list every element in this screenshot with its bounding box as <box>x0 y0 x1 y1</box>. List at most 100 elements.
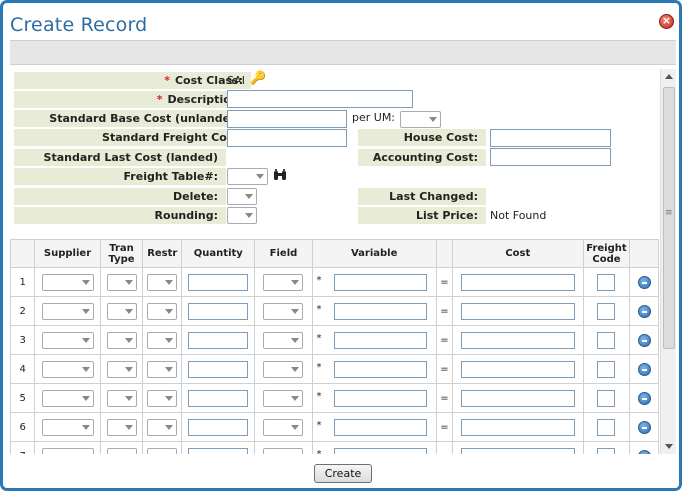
supplier-select[interactable] <box>41 273 94 291</box>
freight-code-cell <box>582 354 631 384</box>
quantity-input[interactable] <box>188 331 249 349</box>
supplier-select[interactable] <box>41 302 94 320</box>
freight-code-input[interactable] <box>597 447 616 454</box>
table-row: 7 * = <box>10 441 659 454</box>
remove-row-icon[interactable] <box>637 362 651 376</box>
equals-symbol: = <box>435 412 454 442</box>
remove-cell <box>629 354 659 384</box>
cost-input[interactable] <box>460 302 575 320</box>
variable-input[interactable] <box>333 331 427 349</box>
field-select[interactable] <box>263 360 304 378</box>
col-header-quantity: Quantity <box>181 239 256 268</box>
description-input[interactable] <box>227 90 413 108</box>
tran-type-select[interactable] <box>106 389 137 407</box>
freight-code-input[interactable] <box>597 418 616 436</box>
cost-input[interactable] <box>460 360 575 378</box>
close-icon[interactable]: × <box>659 14 674 29</box>
standard-base-cost-input[interactable] <box>227 110 347 128</box>
per-um-select[interactable] <box>400 111 441 128</box>
remove-row-icon[interactable] <box>637 420 651 434</box>
remove-row-icon[interactable] <box>637 275 651 289</box>
restr-select[interactable] <box>147 447 178 454</box>
restr-select[interactable] <box>147 273 178 291</box>
variable-input[interactable] <box>333 418 427 436</box>
rounding-select[interactable] <box>227 207 257 224</box>
cost-input[interactable] <box>460 331 575 349</box>
delete-select[interactable] <box>227 188 257 205</box>
restr-select[interactable] <box>147 302 178 320</box>
field-select[interactable] <box>263 302 304 320</box>
cost-input[interactable] <box>460 389 575 407</box>
rounding-label: Rounding: <box>14 207 226 224</box>
freight-code-input[interactable] <box>597 389 616 407</box>
field-select[interactable] <box>263 447 304 454</box>
freight-code-input[interactable] <box>597 331 616 349</box>
key-icon[interactable]: 🔑 <box>250 71 266 86</box>
variable-input[interactable] <box>333 273 427 291</box>
tran-type-select[interactable] <box>106 447 137 454</box>
scrollbar-thumb[interactable]: ≡ <box>663 87 675 349</box>
tran-type-select[interactable] <box>106 418 137 436</box>
cost-input[interactable] <box>460 273 575 291</box>
variable-input[interactable] <box>333 360 427 378</box>
tran-type-cell <box>99 441 144 454</box>
scroll-down-icon[interactable] <box>665 444 673 449</box>
supplier-select[interactable] <box>41 360 94 378</box>
quantity-input[interactable] <box>188 273 249 291</box>
form-scroll-area[interactable]: * Cost Class: SAI 🔑 * Description: Standar… <box>10 69 660 454</box>
vertical-scrollbar[interactable]: ≡ <box>660 69 676 454</box>
restr-select[interactable] <box>147 389 178 407</box>
row-number: 5 <box>10 383 36 413</box>
freight-table-select[interactable] <box>227 168 268 185</box>
cost-input[interactable] <box>460 447 575 454</box>
remove-row-icon[interactable] <box>637 333 651 347</box>
freight-code-input[interactable] <box>597 302 616 320</box>
remove-row-icon[interactable] <box>637 391 651 405</box>
field-select[interactable] <box>263 273 304 291</box>
tran-type-select[interactable] <box>106 273 137 291</box>
field-select[interactable] <box>263 418 304 436</box>
restr-select[interactable] <box>147 360 178 378</box>
table-header-row: Supplier Tran Type Restr Quantity Field … <box>10 239 659 268</box>
variable-input[interactable] <box>333 389 427 407</box>
supplier-cell <box>34 354 101 384</box>
accounting-cost-input[interactable] <box>490 148 611 166</box>
restr-select[interactable] <box>147 331 178 349</box>
tran-type-select[interactable] <box>106 331 137 349</box>
field-select[interactable] <box>263 389 304 407</box>
house-cost-input[interactable] <box>490 129 611 147</box>
restr-select[interactable] <box>147 418 178 436</box>
restr-cell <box>142 325 183 355</box>
cost-input[interactable] <box>460 418 575 436</box>
supplier-select[interactable] <box>41 447 94 454</box>
field-select[interactable] <box>263 331 304 349</box>
cost-cell <box>452 441 584 454</box>
remove-row-icon[interactable] <box>637 449 651 454</box>
cost-cell <box>452 296 584 326</box>
remove-row-icon[interactable] <box>637 304 651 318</box>
standard-freight-cost-input[interactable] <box>227 129 347 147</box>
dialog-title: Create Record <box>10 14 148 36</box>
freight-code-input[interactable] <box>597 360 616 378</box>
binoculars-icon[interactable] <box>273 169 287 185</box>
scroll-up-icon[interactable] <box>665 74 673 79</box>
quantity-cell <box>181 267 256 297</box>
quantity-input[interactable] <box>188 418 249 436</box>
variable-input[interactable] <box>333 447 427 454</box>
quantity-input[interactable] <box>188 302 249 320</box>
quantity-input[interactable] <box>188 447 249 454</box>
cost-class-value: SAI <box>227 74 245 87</box>
supplier-select[interactable] <box>41 418 94 436</box>
create-button[interactable]: Create <box>314 464 372 483</box>
quantity-input[interactable] <box>188 360 249 378</box>
tran-type-cell <box>99 383 144 413</box>
tran-type-select[interactable] <box>106 302 137 320</box>
supplier-select[interactable] <box>41 389 94 407</box>
quantity-input[interactable] <box>188 389 249 407</box>
tran-type-select[interactable] <box>106 360 137 378</box>
freight-code-cell <box>582 325 631 355</box>
freight-code-input[interactable] <box>597 273 616 291</box>
supplier-cell <box>34 412 101 442</box>
variable-input[interactable] <box>333 302 427 320</box>
supplier-select[interactable] <box>41 331 94 349</box>
